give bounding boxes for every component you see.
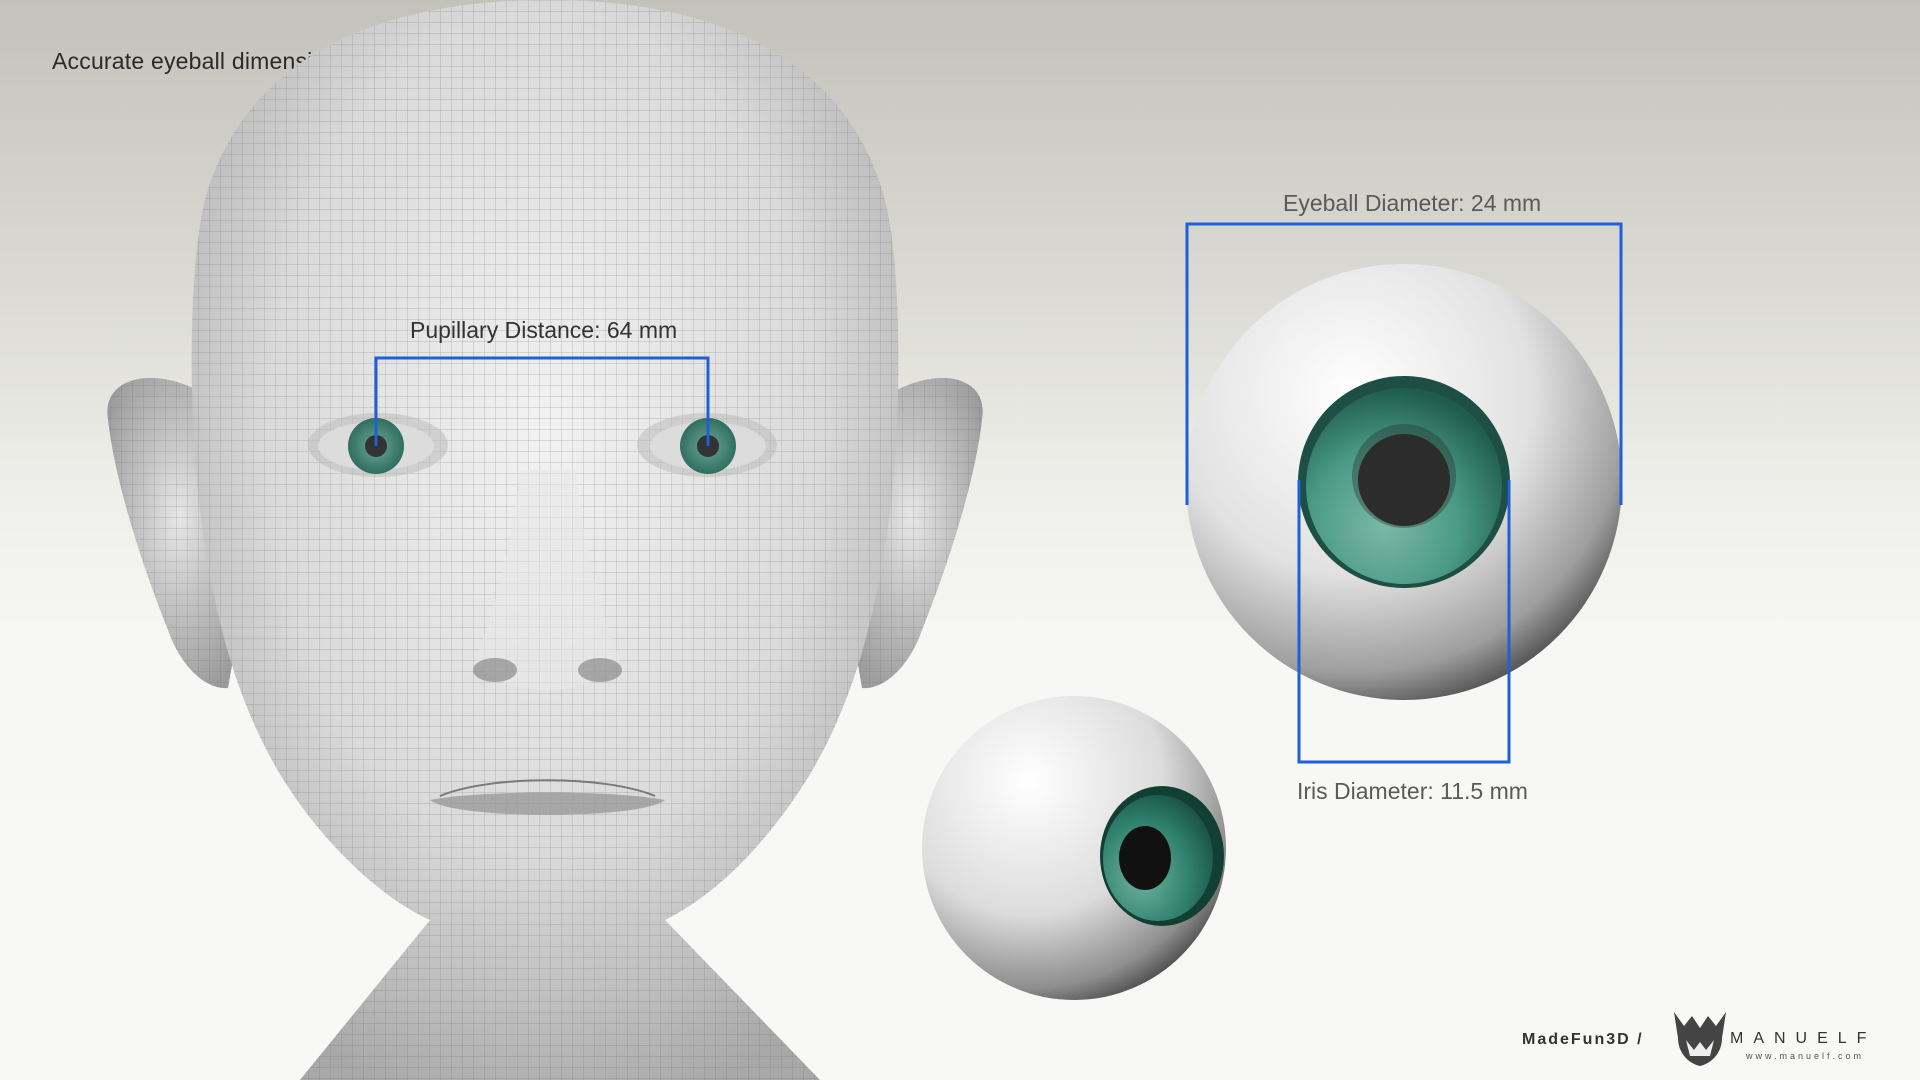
illustration [107, 0, 1726, 1080]
eyeball-diameter-label: Eyeball Diameter: 24 mm [1283, 190, 1542, 216]
head-mesh [191, 0, 899, 1080]
studio-credit: MadeFun3D / [1522, 1031, 1644, 1048]
iris-diameter-label: Iris Diameter: 11.5 mm [1297, 778, 1528, 804]
small-eyeball [922, 696, 1226, 1000]
pupillary-distance-label: Pupillary Distance: 64 mm [410, 317, 678, 343]
brand-logo-icon [1674, 1012, 1726, 1066]
brand-url: www.manuelf.com [1746, 1051, 1865, 1061]
brand-name: MANUELF [1730, 1030, 1877, 1047]
large-eyeball [1186, 264, 1622, 700]
